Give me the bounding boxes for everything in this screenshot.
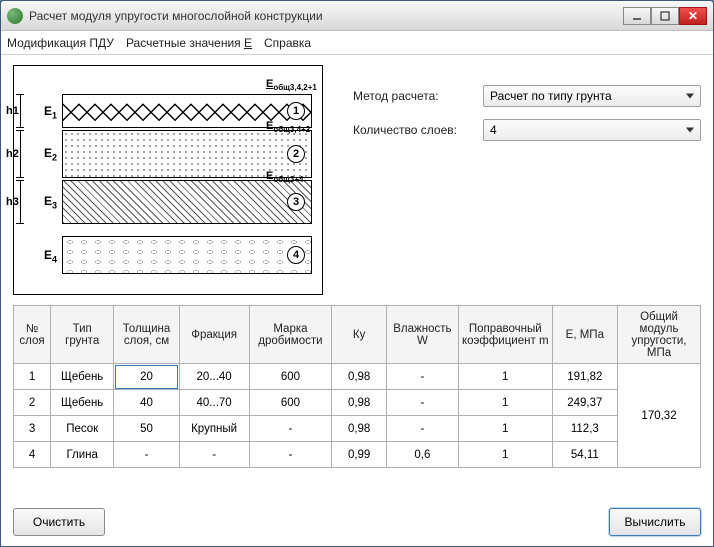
col-e: Е, МПа xyxy=(552,306,617,364)
minimize-button[interactable] xyxy=(623,7,651,25)
col-soil: Тип грунта xyxy=(51,306,114,364)
layer-diagram: h1 h2 h3 E1 E2 E3 E4 1 2 3 4 Еобщ3,4 xyxy=(13,65,323,295)
label-e1: E1 xyxy=(44,104,57,120)
content-area: h1 h2 h3 E1 E2 E3 E4 1 2 3 4 Еобщ3,4 xyxy=(1,55,713,546)
col-crush: Марка дробимости xyxy=(249,306,332,364)
app-icon xyxy=(7,8,23,24)
col-frac: Фракция xyxy=(179,306,249,364)
menubar: Модификация ПДУ Расчетные значения Е Спр… xyxy=(1,31,713,55)
footer: Очистить Вычислить xyxy=(13,496,701,536)
table-row: 4 Глина - - - 0,99 0,6 1 54,11 xyxy=(14,442,701,468)
dim-h1: h1 xyxy=(6,105,19,117)
table-row: 3 Песок 50 Крупный - 0,98 - 1 112,3 xyxy=(14,416,701,442)
titlebar: Расчет модуля упругости многослойной кон… xyxy=(1,1,713,31)
method-label: Метод расчета: xyxy=(353,89,483,103)
chevron-down-icon xyxy=(686,128,694,133)
close-button[interactable]: ✕ xyxy=(679,7,707,25)
active-cell[interactable]: 20 xyxy=(114,364,179,390)
dim-h2: h2 xyxy=(6,148,19,160)
col-thick: Толщина слоя, см xyxy=(114,306,179,364)
layer-4: 4 xyxy=(62,236,312,274)
col-moist: Влажность W xyxy=(386,306,458,364)
label-etotal-1: Еобщ3,4,2+1 xyxy=(266,78,317,92)
table-header-row: № слоя Тип грунта Толщина слоя, см Фракц… xyxy=(14,306,701,364)
layers-label: Количество слоев: xyxy=(353,123,483,137)
layers-table: № слоя Тип грунта Толщина слоя, см Фракц… xyxy=(13,305,701,468)
dim-h3: h3 xyxy=(6,196,19,208)
menu-calc[interactable]: Расчетные значения Е xyxy=(126,36,252,50)
col-n: № слоя xyxy=(14,306,51,364)
app-window: Расчет модуля упругости многослойной кон… xyxy=(0,0,714,547)
label-e2: E2 xyxy=(44,146,57,162)
layers-dropdown[interactable]: 4 xyxy=(483,119,701,141)
label-e4: E4 xyxy=(44,248,57,264)
maximize-button[interactable] xyxy=(651,7,679,25)
label-e3: E3 xyxy=(44,194,57,210)
clear-button[interactable]: Очистить xyxy=(13,508,105,536)
col-corr: Поправочный коэффициент m xyxy=(458,306,552,364)
window-title: Расчет модуля упругости многослойной кон… xyxy=(29,9,623,23)
menu-mod[interactable]: Модификация ПДУ xyxy=(7,36,114,50)
table-row: 2 Щебень 40 40...70 600 0,98 - 1 249,37 xyxy=(14,390,701,416)
method-dropdown[interactable]: Расчет по типу грунта xyxy=(483,85,701,107)
layer-3: 3 xyxy=(62,180,312,224)
controls-panel: Метод расчета: Расчет по типу грунта Кол… xyxy=(353,65,701,295)
menu-help[interactable]: Справка xyxy=(264,36,311,50)
total-e-cell: 170,32 xyxy=(618,364,701,468)
col-ku: Ку xyxy=(332,306,387,364)
chevron-down-icon xyxy=(686,94,694,99)
col-etot: Общий модуль упругости, МПа xyxy=(618,306,701,364)
label-etotal-2: Еобщ3,4+2 xyxy=(266,120,310,134)
calculate-button[interactable]: Вычислить xyxy=(609,508,701,536)
table-row: 1 Щебень 20 20...40 600 0,98 - 1 191,82 … xyxy=(14,364,701,390)
label-etotal-3: Еобщ3+4 xyxy=(266,170,304,184)
